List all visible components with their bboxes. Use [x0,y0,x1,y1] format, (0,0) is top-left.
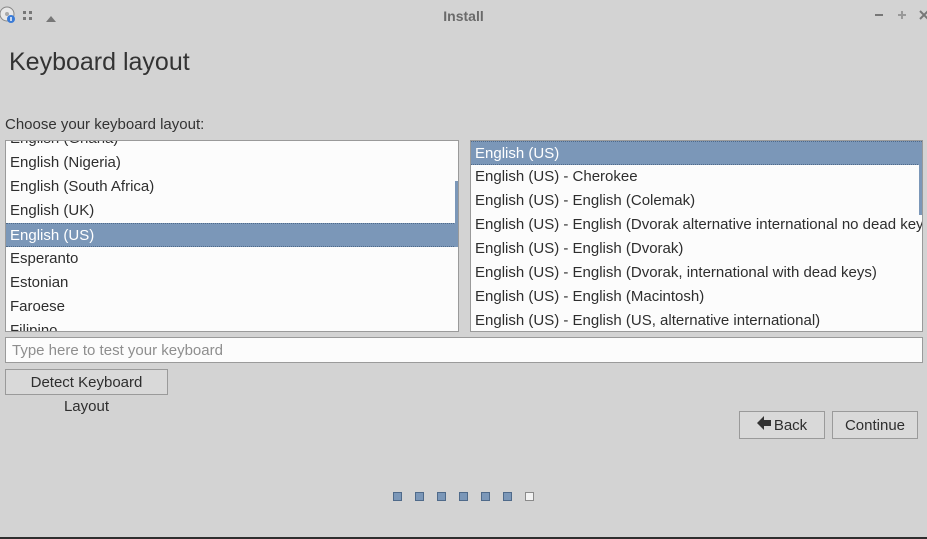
layout-item-estonian[interactable]: Estonian [6,271,458,295]
window-title: Install [443,8,484,24]
variant-list[interactable]: English (US) English (US) - Cherokee Eng… [470,140,923,332]
layout-list-scrollbar[interactable] [455,181,458,247]
variant-item-cherokee[interactable]: English (US) - Cherokee [471,165,922,189]
layout-item-english-ghana[interactable]: English (Ghana) [6,141,458,151]
variant-item-dvorak-intl[interactable]: English (US) - English (Dvorak, internat… [471,261,922,285]
continue-button[interactable]: Continue [832,411,918,439]
layout-item-english-uk[interactable]: English (UK) [6,199,458,223]
detect-keyboard-layout-button[interactable]: Detect Keyboard Layout [5,369,168,415]
keyboard-test-input[interactable] [5,337,923,363]
layout-item-esperanto[interactable]: Esperanto [6,247,458,271]
back-button-label: Back [773,417,808,435]
variant-list-scrollbar[interactable] [919,143,922,215]
back-button[interactable]: Back [739,411,825,439]
back-arrow-icon [756,413,771,439]
page-title: Keyboard layout [9,48,190,76]
progress-step-dot [503,492,512,501]
variant-item-dvorak[interactable]: English (US) - English (Dvorak) [471,237,922,261]
minimize-icon[interactable] [874,8,884,23]
close-icon[interactable] [919,8,927,23]
layout-list[interactable]: English (Ghana) English (Nigeria) Englis… [5,140,459,332]
title-bar: Install [0,0,927,32]
layout-item-filipino[interactable]: Filipino [6,319,458,331]
layout-item-english-south-africa[interactable]: English (South Africa) [6,175,458,199]
progress-step-dot [525,492,534,501]
progress-step-dot [437,492,446,501]
progress-step-dot [459,492,468,501]
variant-item-macintosh[interactable]: English (US) - English (Macintosh) [471,285,922,309]
progress-step-dot [415,492,424,501]
progress-step-dot [481,492,490,501]
layout-item-faroese[interactable]: Faroese [6,295,458,319]
variant-item-us-alt-intl[interactable]: English (US) - English (US, alternative … [471,309,922,331]
choose-layout-label: Choose your keyboard layout: [5,116,205,133]
progress-step-dot [393,492,402,501]
layout-item-english-nigeria[interactable]: English (Nigeria) [6,151,458,175]
variant-item-colemak[interactable]: English (US) - English (Colemak) [471,189,922,213]
variant-item-english-us[interactable]: English (US) [471,141,922,165]
variant-item-dvorak-alt-intl[interactable]: English (US) - English (Dvorak alternati… [471,213,922,237]
layout-item-english-us[interactable]: English (US) [6,223,458,247]
maximize-icon[interactable] [897,8,907,23]
